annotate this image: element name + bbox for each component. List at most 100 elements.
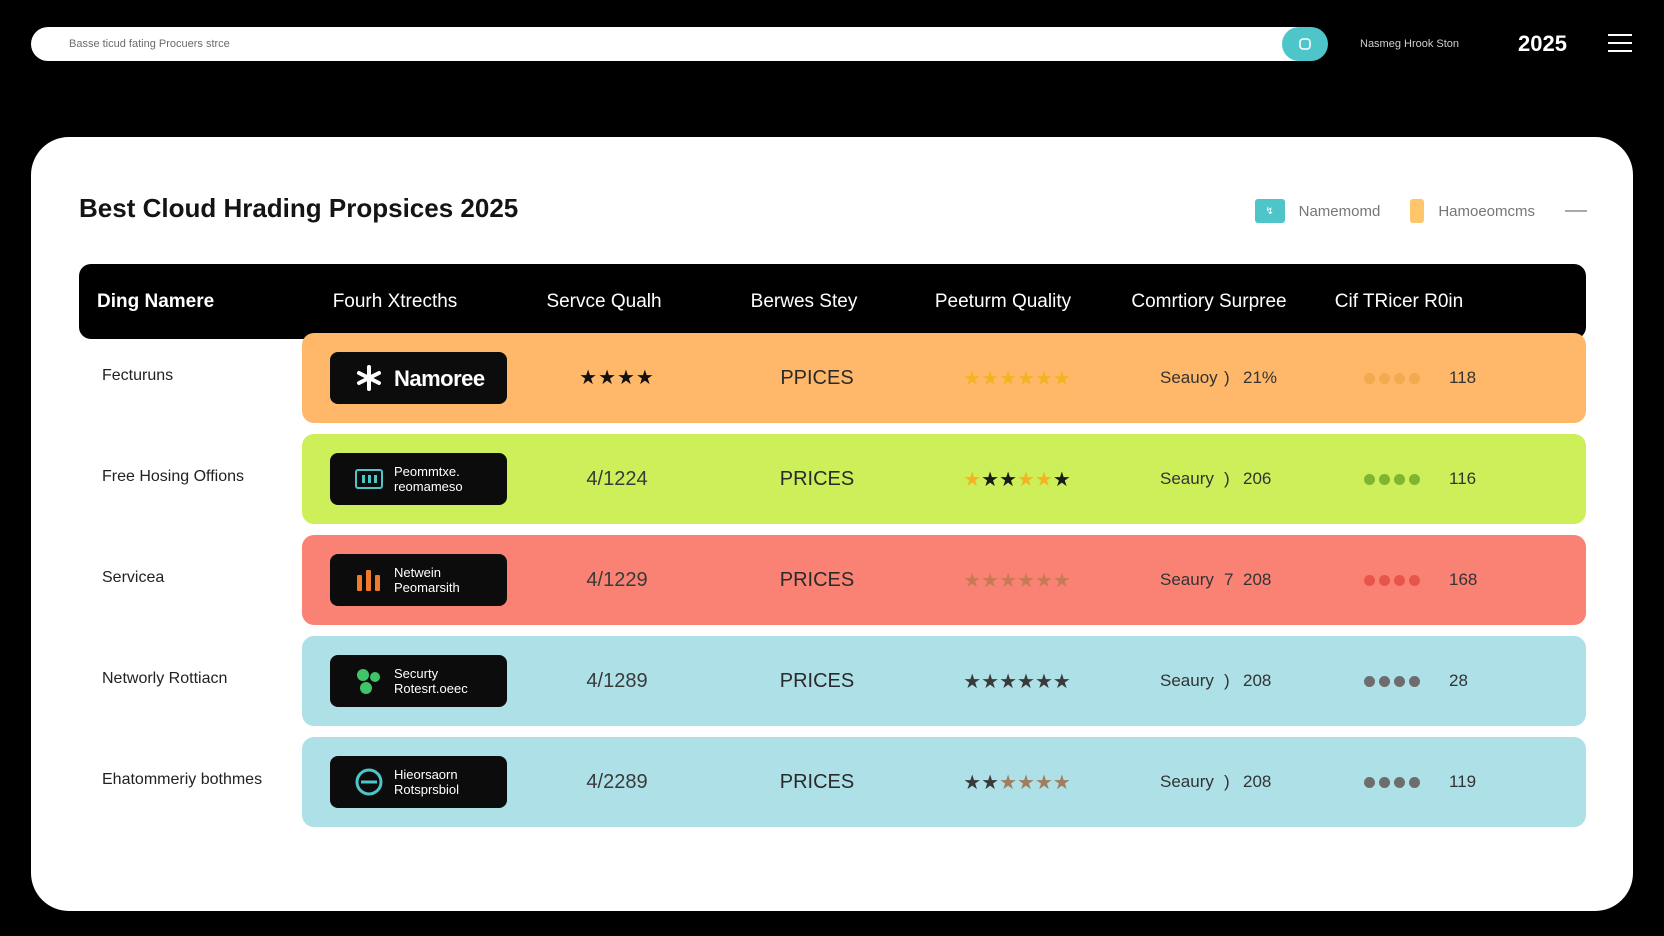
star-icon: ★ <box>1052 771 1071 794</box>
top-nav-link[interactable]: Nasmeg Hrook Ston <box>1360 38 1459 50</box>
prices-link[interactable]: PRICES <box>717 737 917 827</box>
provider-badge[interactable]: Netwein Peomarsith <box>330 554 507 606</box>
security-value: 21% <box>1243 368 1278 387</box>
legend: ↯ Namemomd Hamoeomcms <box>1254 199 1587 223</box>
status-dot <box>1364 372 1375 384</box>
row-label: Networly Rottiacn <box>102 670 228 687</box>
star-icon: ★ <box>1017 771 1035 794</box>
status-dot <box>1364 473 1375 485</box>
star-icon: ★ <box>999 468 1017 491</box>
status-dots <box>1364 535 1420 625</box>
prices-link[interactable]: PRICES <box>717 636 917 726</box>
network-icon <box>354 666 384 696</box>
status-dot <box>1409 776 1420 788</box>
table-row[interactable]: Hieorsaorn Rotsprsbiol 4/2289 PRICES ★ ★ ★ ★ ★ ★ S… <box>302 737 1586 827</box>
hamburger-menu-icon[interactable] <box>1608 34 1632 56</box>
status-dot <box>1394 473 1405 485</box>
rating-stars: ★ ★ ★ ★ ★ ★ <box>912 636 1122 726</box>
table-row[interactable]: Peommtxe. reomameso 4/1224 PRICES ★ ★ ★ ★ ★ ★ Seau… <box>302 434 1586 524</box>
security-separator: ) <box>1224 772 1230 791</box>
star-icon: ★ <box>1017 569 1035 592</box>
security-label: Seaury <box>1160 469 1214 488</box>
price-value: 118 <box>1449 368 1477 387</box>
provider-badge[interactable]: Securty Rotesrt.oeec <box>330 655 507 707</box>
prices-link[interactable]: PRICES <box>717 434 917 524</box>
provider-badge[interactable]: Hieorsaorn Rotsprsbiol <box>330 756 507 808</box>
table-row[interactable]: Netwein Peomarsith 4/1229 PRICES ★ ★ ★ ★ ★ ★ Seaur… <box>302 535 1586 625</box>
year-label: 2025 <box>1518 31 1567 56</box>
status-dot <box>1364 574 1375 586</box>
star-icon: ★ <box>1034 569 1053 592</box>
star-icon: ★ <box>1052 367 1071 390</box>
status-dots <box>1364 333 1420 423</box>
status-dot <box>1394 776 1405 788</box>
security-label: Seaury <box>1160 570 1214 589</box>
provider-name: Netwein Peomarsith <box>394 565 460 595</box>
rating-stars: ★ ★ ★ ★ ★ ★ <box>912 333 1122 423</box>
column-header[interactable]: Fourh Xtrecths <box>315 264 475 339</box>
legend-divider <box>1565 210 1587 212</box>
star-icon: ★ <box>999 367 1017 390</box>
column-header[interactable]: Servce Qualh <box>524 264 684 339</box>
comparison-panel: Best Cloud Hrading Propsices 2025 ↯ Name… <box>31 137 1633 911</box>
status-dot <box>1379 372 1390 384</box>
price-value: 168 <box>1449 570 1478 589</box>
security-separator: 7 <box>1224 570 1234 589</box>
star-icon: ★ <box>1017 367 1035 390</box>
star-icon: ★ <box>1034 468 1053 491</box>
status-dot <box>1409 372 1420 384</box>
table-row[interactable]: Securty Rotesrt.oeec 4/1289 PRICES ★ ★ ★ ★ ★ ★ Sea… <box>302 636 1586 726</box>
star-icon: ★ <box>1034 771 1053 794</box>
provider-badge[interactable]: Namoree <box>330 352 507 404</box>
security-label: Seaury <box>1160 671 1214 690</box>
table-row[interactable]: Namoree ★★★★ PPICES ★ ★ ★ ★ ★ ★ Seauoy) 21% 118 <box>302 333 1586 423</box>
column-header[interactable]: Peeturm Quality <box>913 264 1093 339</box>
status-dot <box>1379 473 1390 485</box>
search-button[interactable] <box>1282 27 1328 61</box>
status-dot <box>1394 372 1405 384</box>
provider-name: Securty Rotesrt.oeec <box>394 666 468 696</box>
provider-name: Hieorsaorn Rotsprsbiol <box>394 767 460 797</box>
column-header[interactable]: Cif TRicer R0in <box>1319 264 1479 339</box>
price-value: 116 <box>1449 469 1477 488</box>
price-value: 28 <box>1449 671 1468 690</box>
security-label: Seaury <box>1160 772 1214 791</box>
status-dots <box>1364 737 1420 827</box>
status-dot <box>1379 776 1390 788</box>
status-dot <box>1409 675 1420 687</box>
provider-badge[interactable]: Peommtxe. reomameso <box>330 453 507 505</box>
status-dot <box>1394 675 1405 687</box>
provider-name: Peommtxe. reomameso <box>394 464 463 494</box>
price-value: 119 <box>1449 772 1477 791</box>
rating-stars: ★ ★ ★ ★ ★ ★ <box>912 535 1122 625</box>
search-bar <box>31 27 1328 61</box>
search-icon <box>1299 38 1311 50</box>
status-dot <box>1409 574 1420 586</box>
row-label: Ehatommeriy bothmes <box>102 771 263 788</box>
star-icon: ★ <box>981 670 1000 693</box>
service-quality-value: 4/1289 <box>586 670 648 692</box>
star-icon: ★ <box>963 670 982 693</box>
status-dots <box>1364 434 1420 524</box>
security-label: Seauoy <box>1160 368 1218 387</box>
row-label: Fecturuns <box>102 367 174 384</box>
status-dot <box>1364 776 1375 788</box>
security-separator: ) <box>1224 368 1230 387</box>
legend-swatch-orange <box>1410 199 1425 223</box>
security-value: 206 <box>1243 469 1272 488</box>
prices-link[interactable]: PRICES <box>717 535 917 625</box>
star-icon: ★ <box>1052 670 1071 693</box>
column-header[interactable]: Ding Namere <box>97 264 237 339</box>
prices-link[interactable]: PPICES <box>717 333 917 423</box>
star-icon: ★ <box>999 569 1017 592</box>
status-dot <box>1409 473 1420 485</box>
column-header[interactable]: Comrtiory Surpree <box>1109 264 1309 339</box>
status-dot <box>1379 574 1390 586</box>
rating-stars: ★ ★ ★ ★ ★ ★ <box>912 434 1122 524</box>
column-header[interactable]: Berwes Stey <box>724 264 884 339</box>
row-label: Free Hosing Offions <box>102 468 244 485</box>
search-input[interactable] <box>69 27 1279 61</box>
star-icon: ★ <box>1017 670 1035 693</box>
status-dot <box>1364 675 1375 687</box>
status-dot <box>1394 574 1405 586</box>
